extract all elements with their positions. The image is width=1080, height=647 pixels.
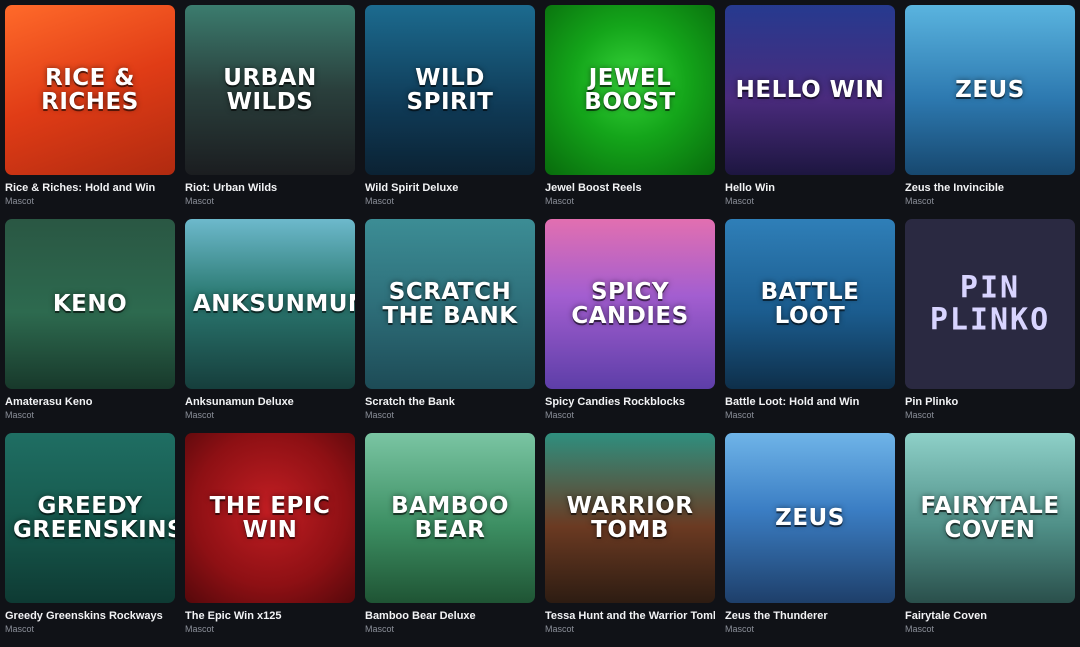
game-card-zeus-the-invincible[interactable]: Zeus Zeus the Invincible Mascot: [905, 5, 1075, 219]
game-art-title: Anksunmun: [193, 290, 355, 317]
game-title[interactable]: Greedy Greenskins Rockways: [5, 610, 175, 622]
game-thumbnail[interactable]: Scratch the Bank: [365, 219, 535, 389]
game-card-greedy-greenskins-rockways[interactable]: Greedy Greenskins Greedy Greenskins Rockw…: [5, 433, 175, 647]
game-thumbnail[interactable]: Fairytale Coven: [905, 433, 1075, 603]
game-art-title: Battle Loot: [760, 278, 860, 329]
game-art-title: The Epic Win: [209, 492, 331, 543]
game-art-title: Wild Spirit: [406, 64, 494, 115]
game-thumbnail[interactable]: Zeus: [725, 433, 895, 603]
game-provider: Mascot: [725, 410, 755, 420]
game-thumbnail[interactable]: The Epic Win: [185, 433, 355, 603]
game-card-rice-riches-hold-and-win[interactable]: Rice & Riches Rice & Riches: Hold and Win…: [5, 5, 175, 219]
game-art-title: Jewel Boost: [584, 64, 676, 115]
game-provider: Mascot: [5, 196, 35, 206]
game-provider: Mascot: [725, 196, 755, 206]
game-art-title: Fairytale Coven: [920, 492, 1060, 543]
game-provider: Mascot: [185, 410, 215, 420]
game-title[interactable]: Zeus the Invincible: [905, 182, 1075, 194]
game-art-title: Zeus: [775, 504, 845, 531]
game-card-battle-loot-hold-and-win[interactable]: Battle Loot Battle Loot: Hold and Win Masc…: [725, 219, 895, 433]
game-art-title: Spicy Candies: [571, 278, 689, 329]
game-title[interactable]: The Epic Win x125: [185, 610, 355, 622]
game-card-scratch-the-bank[interactable]: Scratch the Bank Scratch the Bank Mascot: [365, 219, 535, 433]
game-title[interactable]: Bamboo Bear Deluxe: [365, 610, 535, 622]
game-provider: Mascot: [365, 624, 395, 634]
game-provider: Mascot: [545, 196, 575, 206]
game-thumbnail[interactable]: Hello Win: [725, 5, 895, 175]
game-art-title: Warrior Tomb: [566, 492, 694, 543]
game-card-jewel-boost-reels[interactable]: Jewel Boost Jewel Boost Reels Mascot: [545, 5, 715, 219]
game-thumbnail[interactable]: Pin Plinko: [905, 219, 1075, 389]
game-card-the-epic-win-x125[interactable]: The Epic Win The Epic Win x125 Mascot: [185, 433, 355, 647]
game-card-amaterasu-keno[interactable]: Keno Amaterasu Keno Mascot: [5, 219, 175, 433]
game-thumbnail[interactable]: Greedy Greenskins: [5, 433, 175, 603]
games-grid: Rice & Riches Rice & Riches: Hold and Win…: [0, 0, 1080, 635]
game-card-hello-win[interactable]: Hello Win Hello Win Mascot: [725, 5, 895, 219]
game-provider: Mascot: [545, 410, 575, 420]
game-card-spicy-candies-rockblocks[interactable]: Spicy Candies Spicy Candies Rockblocks Mas…: [545, 219, 715, 433]
game-card-pin-plinko[interactable]: Pin Plinko Pin Plinko Mascot: [905, 219, 1075, 433]
game-thumbnail[interactable]: Zeus: [905, 5, 1075, 175]
game-title[interactable]: Battle Loot: Hold and Win: [725, 396, 895, 408]
game-title[interactable]: Rice & Riches: Hold and Win: [5, 182, 175, 194]
game-card-riot-urban-wilds[interactable]: Urban Wilds Riot: Urban Wilds Mascot: [185, 5, 355, 219]
game-card-tessa-hunt-and-the-warrior-tomb[interactable]: Warrior Tomb Tessa Hunt and the Warrior T…: [545, 433, 715, 647]
game-card-anksunamun-deluxe[interactable]: Anksunmun Anksunamun Deluxe Mascot: [185, 219, 355, 433]
game-thumbnail[interactable]: Urban Wilds: [185, 5, 355, 175]
game-art-title: Hello Win: [735, 76, 885, 103]
game-art-title: Urban Wilds: [223, 64, 317, 115]
game-title[interactable]: Wild Spirit Deluxe: [365, 182, 535, 194]
game-card-bamboo-bear-deluxe[interactable]: Bamboo Bear Bamboo Bear Deluxe Mascot: [365, 433, 535, 647]
game-art-title: Zeus: [955, 76, 1025, 103]
game-provider: Mascot: [365, 410, 395, 420]
game-provider: Mascot: [365, 196, 395, 206]
game-provider: Mascot: [905, 624, 935, 634]
game-art-title: Keno: [52, 290, 128, 317]
game-art-title: Scratch the Bank: [382, 278, 518, 329]
game-thumbnail[interactable]: Anksunmun: [185, 219, 355, 389]
game-title[interactable]: Jewel Boost Reels: [545, 182, 715, 194]
game-thumbnail[interactable]: Jewel Boost: [545, 5, 715, 175]
game-title[interactable]: Hello Win: [725, 182, 895, 194]
game-thumbnail[interactable]: Rice & Riches: [5, 5, 175, 175]
game-title[interactable]: Anksunamun Deluxe: [185, 396, 355, 408]
game-provider: Mascot: [905, 196, 935, 206]
game-art-title: Rice & Riches: [41, 64, 139, 115]
game-art-title: Greedy Greenskins: [13, 492, 175, 543]
game-thumbnail[interactable]: Wild Spirit: [365, 5, 535, 175]
game-art-title: Pin Plinko: [929, 270, 1051, 337]
game-title[interactable]: Tessa Hunt and the Warrior Tomb: [545, 610, 715, 622]
game-title[interactable]: Pin Plinko: [905, 396, 1075, 408]
game-thumbnail[interactable]: Spicy Candies: [545, 219, 715, 389]
game-card-zeus-the-thunderer[interactable]: Zeus Zeus the Thunderer Mascot: [725, 433, 895, 647]
game-title[interactable]: Spicy Candies Rockblocks: [545, 396, 715, 408]
game-title[interactable]: Zeus the Thunderer: [725, 610, 895, 622]
game-thumbnail[interactable]: Keno: [5, 219, 175, 389]
game-title[interactable]: Amaterasu Keno: [5, 396, 175, 408]
game-thumbnail[interactable]: Bamboo Bear: [365, 433, 535, 603]
game-title[interactable]: Fairytale Coven: [905, 610, 1075, 622]
game-art-title: Bamboo Bear: [391, 492, 509, 543]
game-card-wild-spirit-deluxe[interactable]: Wild Spirit Wild Spirit Deluxe Mascot: [365, 5, 535, 219]
game-title[interactable]: Riot: Urban Wilds: [185, 182, 355, 194]
game-provider: Mascot: [5, 624, 35, 634]
game-title[interactable]: Scratch the Bank: [365, 396, 535, 408]
game-thumbnail[interactable]: Warrior Tomb: [545, 433, 715, 603]
game-provider: Mascot: [185, 196, 215, 206]
game-provider: Mascot: [905, 410, 935, 420]
game-provider: Mascot: [725, 624, 755, 634]
game-card-fairytale-coven[interactable]: Fairytale Coven Fairytale Coven Mascot: [905, 433, 1075, 647]
game-thumbnail[interactable]: Battle Loot: [725, 219, 895, 389]
game-provider: Mascot: [545, 624, 575, 634]
game-provider: Mascot: [5, 410, 35, 420]
game-provider: Mascot: [185, 624, 215, 634]
